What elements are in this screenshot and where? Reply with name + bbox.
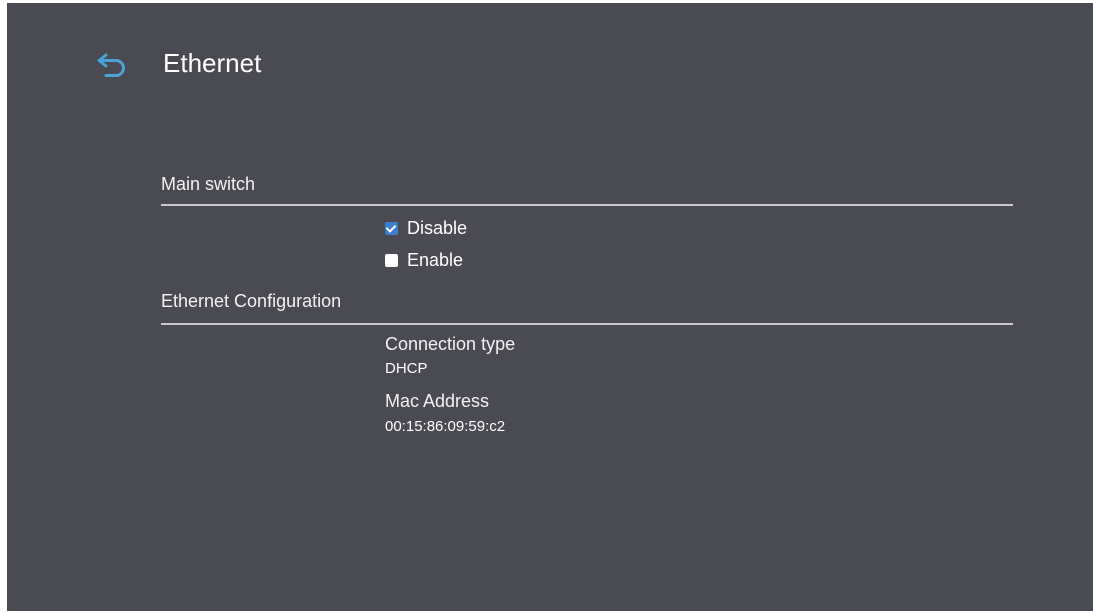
connection-type-value: DHCP (385, 360, 428, 377)
disable-label: Disable (407, 217, 468, 238)
mac-address-value: 00:15:86:09:59:c2 (385, 418, 506, 435)
ethernet-configuration-divider (161, 323, 1013, 325)
enable-label: Enable (407, 249, 464, 270)
ethernet-configuration-label: Ethernet Configuration (161, 291, 342, 311)
mac-address-label: Mac Address (385, 391, 490, 411)
disable-option[interactable]: Disable (385, 216, 467, 240)
back-button[interactable] (93, 49, 133, 81)
page-title: Ethernet (163, 48, 262, 78)
connection-type-label: Connection type (385, 334, 516, 354)
enable-option[interactable]: Enable (385, 248, 463, 272)
main-switch-label: Main switch (161, 174, 256, 194)
back-arrow-icon (97, 53, 125, 77)
disable-checkbox[interactable] (385, 221, 398, 235)
enable-checkbox[interactable] (385, 253, 398, 267)
main-switch-divider (161, 204, 1013, 206)
ethernet-settings-screen: Ethernet Main switch Disable Enable Ethe… (7, 3, 1093, 611)
